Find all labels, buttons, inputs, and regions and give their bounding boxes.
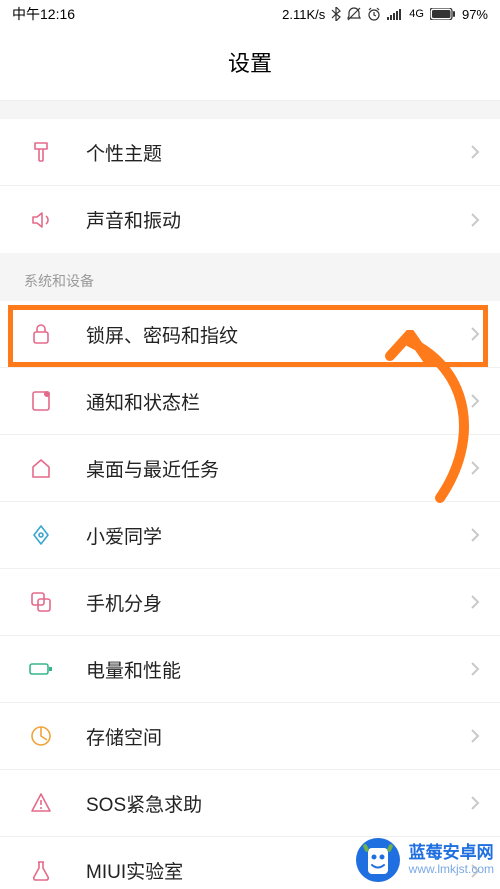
status-right: 2.11K/s 4G 97% [282,7,488,22]
network-label: 4G [409,8,424,20]
chevron-right-icon [470,795,480,811]
row-notifications[interactable]: 通知和状态栏 [0,368,500,435]
section-title-system: 系统和设备 [0,253,500,301]
settings-group-2: 锁屏、密码和指纹 通知和状态栏 桌面与最近任务 小爱同学 [0,301,500,889]
row-label: SOS紧急求助 [86,790,470,817]
status-bar: 中午12:16 2.11K/s 4G 97% [0,0,500,28]
dual-icon [28,589,54,615]
net-speed: 2.11K/s [282,7,325,22]
row-storage[interactable]: 存储空间 [0,703,500,770]
chevron-right-icon [470,661,480,677]
chevron-right-icon [470,326,480,342]
bluetooth-icon [331,7,341,21]
signal-icon [387,8,403,20]
theme-icon [28,139,54,165]
row-label: 声音和振动 [86,206,470,233]
lab-icon [28,858,54,884]
battery-pct: 97% [462,7,488,22]
chevron-right-icon [470,212,480,228]
xiaoai-icon [28,522,54,548]
settings-group-1: 个性主题 声音和振动 [0,119,500,253]
dnd-icon [347,7,361,21]
lock-icon [28,321,54,347]
row-label: 电量和性能 [86,656,470,683]
watermark-icon [355,837,401,883]
row-label: 个性主题 [86,139,470,166]
status-time: 中午12:16 [12,4,75,24]
chevron-right-icon [470,393,480,409]
row-label: 手机分身 [86,589,470,616]
chevron-right-icon [470,460,480,476]
watermark: 蓝莓安卓网 www.lmkjst.com [355,837,494,883]
battery-perf-icon [28,656,54,682]
row-dual-apps[interactable]: 手机分身 [0,569,500,636]
battery-icon [430,8,456,20]
row-label: 小爱同学 [86,522,470,549]
row-xiaoai[interactable]: 小爱同学 [0,502,500,569]
row-lock-screen[interactable]: 锁屏、密码和指纹 [0,301,500,368]
row-label: 锁屏、密码和指纹 [86,321,470,348]
watermark-text: 蓝莓安卓网 www.lmkjst.com [409,843,494,876]
row-label: 存储空间 [86,723,470,750]
row-label: 桌面与最近任务 [86,455,470,482]
alarm-icon [367,7,381,21]
sos-icon [28,790,54,816]
row-label: 通知和状态栏 [86,388,470,415]
row-home-recent[interactable]: 桌面与最近任务 [0,435,500,502]
spacer [0,101,500,119]
chevron-right-icon [470,144,480,160]
row-sos[interactable]: SOS紧急求助 [0,770,500,837]
chevron-right-icon [470,594,480,610]
sound-icon [28,207,54,233]
notification-icon [28,388,54,414]
row-sound[interactable]: 声音和振动 [0,186,500,253]
chevron-right-icon [470,527,480,543]
watermark-url: www.lmkjst.com [409,863,494,877]
storage-icon [28,723,54,749]
home-icon [28,455,54,481]
watermark-title: 蓝莓安卓网 [409,843,494,863]
row-battery[interactable]: 电量和性能 [0,636,500,703]
page-title: 设置 [0,28,500,101]
chevron-right-icon [470,728,480,744]
row-theme[interactable]: 个性主题 [0,119,500,186]
